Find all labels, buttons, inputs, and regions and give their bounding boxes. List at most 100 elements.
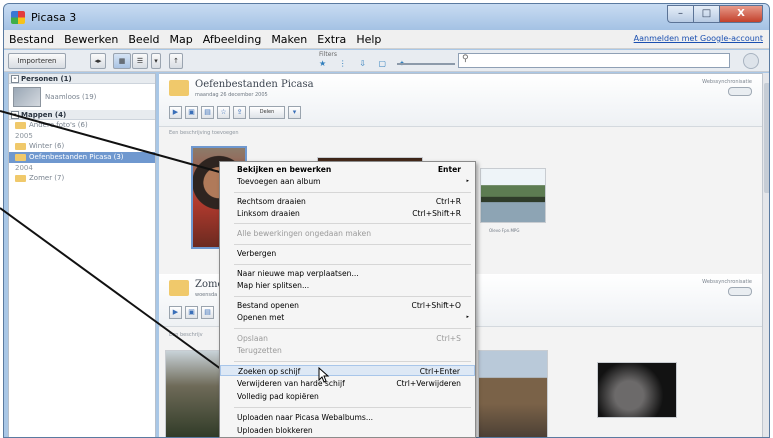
slideshow-icon[interactable]: ▣ [185, 106, 198, 119]
menu-item-copy-full-path[interactable]: Volledig pad kopiëren [220, 391, 475, 402]
folder-item[interactable]: Zomer (7) [9, 173, 155, 184]
menu-item-label: Toevoegen aan album [237, 177, 321, 186]
folder-label: Oefenbestanden Picasa (3) [29, 153, 124, 161]
slideshow-icon[interactable]: ▣ [185, 306, 198, 319]
folders-header-label: Mappen (4) [21, 111, 67, 119]
web-sync-label: Webssynchronisatie [702, 79, 752, 85]
folder-item-selected[interactable]: Oefenbestanden Picasa (3) [9, 152, 155, 163]
minimize-button[interactable]: – [667, 5, 693, 23]
menu-item-locate-on-disk[interactable]: Zoeken op schijf Ctrl+Enter [220, 365, 475, 376]
menu-item-shortcut: Ctrl+Enter [419, 367, 460, 376]
menu-extra[interactable]: Extra [312, 33, 351, 46]
folders-header[interactable]: – Mappen (4) [9, 110, 155, 120]
photo-thumbnail[interactable] [480, 168, 546, 223]
library-sidebar: – Personen (1) Naamloos (19) – Mappen (4… [8, 73, 156, 437]
title-bar[interactable]: Picasa 3 – □ X [4, 4, 769, 30]
picasa-app-icon [11, 11, 25, 24]
menu-bewerken[interactable]: Bewerken [59, 33, 123, 46]
menu-item-view-edit[interactable]: Bekijken en bewerken Enter [220, 164, 475, 175]
menu-separator [234, 407, 471, 408]
web-sync-toggle[interactable] [728, 87, 752, 96]
collapse-icon[interactable]: – [11, 111, 19, 119]
menu-item-revert[interactable]: Terugzetten [220, 345, 475, 356]
menu-item-add-to-album[interactable]: Toevoegen aan album ▸ [220, 176, 475, 187]
folder-item[interactable]: Andere foto's (6) [9, 120, 155, 131]
share-button[interactable]: Delen [249, 106, 285, 119]
folder-label: Winter (6) [29, 142, 65, 150]
upload-icon[interactable]: ↑ [169, 53, 183, 69]
web-sync-label: Webssynchronisatie [702, 279, 752, 285]
menu-item-label: Bekijken en bewerken [237, 165, 332, 174]
menu-separator [234, 328, 471, 329]
album-date: woensda [195, 292, 218, 298]
menu-item-label: Linksom draaien [237, 209, 300, 218]
scroll-thumb[interactable] [764, 83, 769, 193]
window-title: Picasa 3 [31, 11, 77, 24]
menu-bestand[interactable]: Bestand [4, 33, 59, 46]
export-icon[interactable]: ⇪ [233, 106, 246, 119]
menu-item-open-with[interactable]: Openen met ▸ [220, 312, 475, 323]
date-slider[interactable] [397, 63, 455, 65]
search-icon: ⚲ [462, 54, 469, 64]
year-label: 2005 [15, 132, 33, 140]
menu-item-label: Uploaden naar Picasa Webalbums... [237, 413, 374, 422]
view-dropdown-icon[interactable]: ▾ [151, 53, 161, 69]
list-view-icon[interactable]: ☰ [132, 53, 148, 69]
vertical-scrollbar[interactable] [762, 73, 769, 437]
settings-icon[interactable] [743, 53, 759, 69]
grid-view-icon[interactable]: ▦ [113, 53, 131, 69]
photo-thumbnail[interactable] [165, 350, 221, 437]
menu-item-rotate-right[interactable]: Rechtsom draaien Ctrl+R [220, 196, 475, 207]
menu-item-delete-from-disk[interactable]: Verwijderen van harde schijf Ctrl+Verwij… [220, 378, 475, 389]
menu-beeld[interactable]: Beeld [123, 33, 164, 46]
play-icon[interactable]: ▶ [169, 306, 182, 319]
people-header[interactable]: – Personen (1) [9, 74, 155, 84]
menu-item-hide[interactable]: Verbergen [220, 248, 475, 259]
folder-item[interactable]: Winter (6) [9, 141, 155, 152]
menu-item-open-file[interactable]: Bestand openen Ctrl+Shift+O [220, 300, 475, 311]
maximize-button[interactable]: □ [693, 5, 719, 23]
menu-item-move-to-new-folder[interactable]: Naar nieuwe map verplaatsen... [220, 268, 475, 279]
menu-item-shortcut: Ctrl+S [436, 334, 461, 343]
context-menu: Bekijken en bewerken Enter Toevoegen aan… [219, 161, 476, 438]
photo-thumbnail[interactable] [597, 362, 677, 418]
menu-map[interactable]: Map [165, 33, 198, 46]
menu-item-label: Naar nieuwe map verplaatsen... [237, 269, 359, 278]
close-button[interactable]: X [719, 5, 763, 23]
menu-item-label: Map hier splitsen... [237, 281, 310, 290]
collage-icon[interactable]: ▤ [201, 306, 214, 319]
menu-item-label: Terugzetten [237, 346, 282, 355]
menu-maken[interactable]: Maken [266, 33, 312, 46]
folder-icon [15, 154, 26, 161]
menu-item-block-upload[interactable]: Uploaden blokkeren [220, 425, 475, 436]
menu-item-upload-web-albums[interactable]: Uploaden naar Picasa Webalbums... [220, 412, 475, 423]
album-description[interactable]: Een beschrijv [169, 332, 203, 338]
menu-item-shortcut: Enter [437, 165, 461, 174]
photo-thumbnail[interactable] [478, 350, 548, 437]
web-sync-toggle[interactable] [728, 287, 752, 296]
menu-help[interactable]: Help [351, 33, 386, 46]
menu-separator [234, 296, 471, 297]
menu-item-save[interactable]: Opslaan Ctrl+S [220, 333, 475, 344]
menu-item-split-folder[interactable]: Map hier splitsen... [220, 280, 475, 291]
play-icon[interactable]: ▶ [169, 106, 182, 119]
collage-icon[interactable]: ▤ [201, 106, 214, 119]
menu-item-rotate-left[interactable]: Linksom draaien Ctrl+Shift+R [220, 208, 475, 219]
menu-item-undo-all-edits[interactable]: Alle bewerkingen ongedaan maken [220, 228, 475, 239]
menu-separator [234, 244, 471, 245]
album-title[interactable]: Oefenbestanden Picasa [195, 79, 314, 90]
search-input[interactable]: ⚲ [458, 53, 730, 68]
menu-item-shortcut: Ctrl+Shift+R [412, 209, 461, 218]
album-description[interactable]: Een beschrijving toevoegen [169, 130, 239, 136]
star-icon[interactable]: ☆ [217, 106, 230, 119]
import-button[interactable]: Importeren [8, 53, 66, 69]
google-account-link[interactable]: Aanmelden met Google-account [634, 34, 763, 43]
person-item[interactable]: Naamloos (19) [9, 84, 155, 110]
collapse-icon[interactable]: – [11, 75, 19, 83]
menu-item-label: Openen met [237, 313, 285, 322]
folder-label: Andere foto's (6) [29, 121, 88, 129]
folder-icon [15, 122, 26, 129]
menu-afbeelding[interactable]: Afbeelding [198, 33, 267, 46]
tag-icon[interactable]: ◂▸ [90, 53, 106, 69]
chevron-down-icon[interactable]: ▾ [288, 106, 301, 119]
